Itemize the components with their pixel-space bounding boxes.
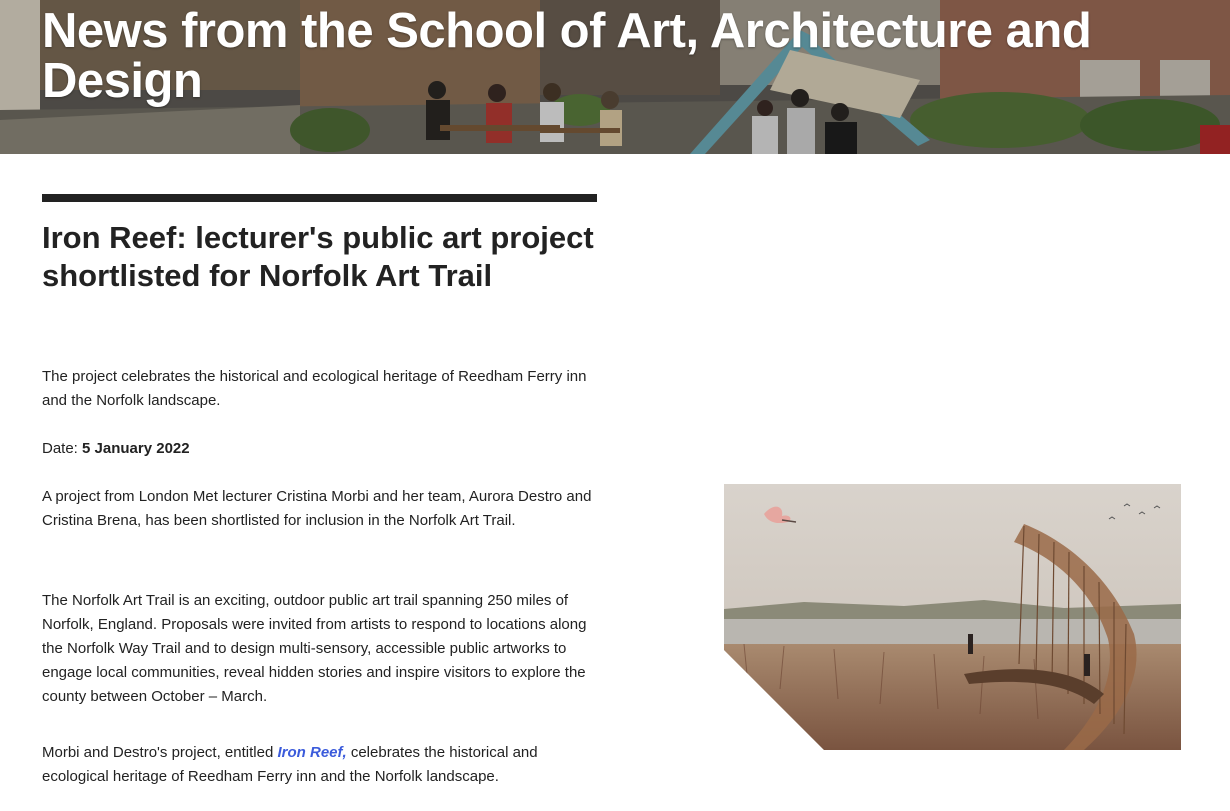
article-paragraph-3: Morbi and Destro's project, entitled Iro… [42, 741, 602, 789]
iron-reef-render-image [724, 484, 1181, 750]
article-title: Iron Reef: lecturer's public art project… [42, 220, 594, 293]
article-paragraph-2: The Norfolk Art Trail is an exciting, ou… [42, 592, 587, 705]
hero-title: News from the School of Art, Architectur… [42, 4, 1092, 108]
title-rule [42, 194, 597, 202]
paragraph-3-lead: Morbi and Destro's project, entitled [42, 744, 278, 761]
article-summary: The project celebrates the historical an… [42, 368, 587, 409]
date-label: Date: [42, 440, 78, 457]
article-paragraph-1: A project from London Met lecturer Crist… [42, 488, 592, 529]
iron-reef-link[interactable]: Iron Reef, [277, 744, 346, 761]
article-date: Date: 5 January 2022 [42, 437, 602, 461]
date-value: 5 January 2022 [82, 440, 190, 457]
hero-banner: News from the School of Art, Architectur… [0, 0, 1230, 154]
